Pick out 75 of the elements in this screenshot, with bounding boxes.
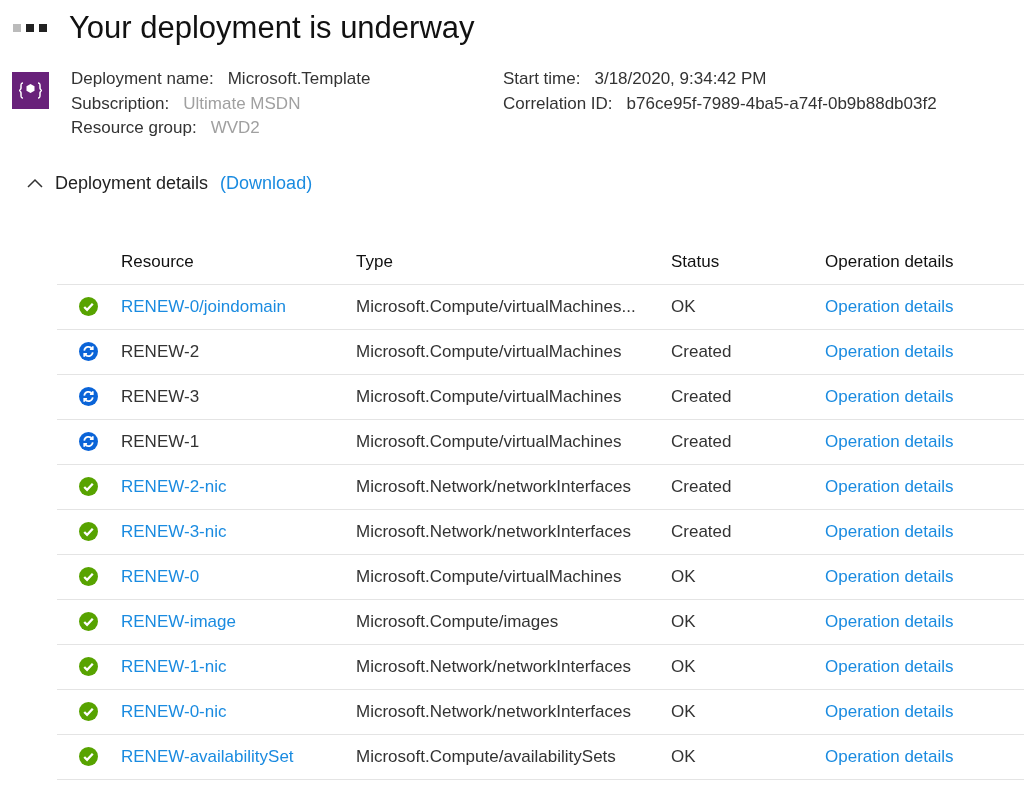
success-check-icon xyxy=(79,522,98,541)
column-header: Status xyxy=(671,251,721,272)
column-header: Type xyxy=(356,251,394,272)
column-header: Resource xyxy=(121,251,195,272)
loading-dots-icon xyxy=(13,24,47,32)
operation-details-link[interactable]: Operation details xyxy=(825,341,954,361)
status-cell-text: Created xyxy=(671,476,733,497)
resource-link[interactable]: RENEW-3-nic xyxy=(121,521,227,541)
type-cell-text: Microsoft.Network/networkInterfaces xyxy=(356,656,632,677)
resource-name: RENEW-2 xyxy=(121,341,201,362)
type-cell-text: Microsoft.Compute/virtualMachines... xyxy=(356,296,637,317)
success-check-icon xyxy=(79,702,98,721)
resource-link[interactable]: RENEW-0 xyxy=(121,566,200,586)
type-cell-text: Microsoft.Network/networkInterfaces xyxy=(356,521,632,542)
operation-details-link[interactable]: Operation details xyxy=(825,386,954,406)
chevron-icon[interactable] xyxy=(27,178,43,188)
status-cell-text: Created xyxy=(671,341,733,362)
page-title: Your deployment is underway xyxy=(69,10,475,46)
download-link[interactable]: (Download) xyxy=(220,172,313,194)
in-progress-sync-icon xyxy=(79,342,98,361)
type-cell-text: Microsoft.Compute/images xyxy=(356,611,560,632)
success-check-icon xyxy=(79,567,98,586)
type-cell-text: Microsoft.Compute/virtualMachines xyxy=(356,341,623,362)
info-value: b76ce95f-7989-4ba5-a74f-0b9b88db03f2 xyxy=(626,92,937,114)
resource-name: RENEW-3 xyxy=(121,386,201,407)
status-cell-text: Created xyxy=(671,431,733,452)
operation-details-link[interactable]: Operation details xyxy=(825,701,954,721)
success-check-icon xyxy=(79,747,98,766)
info-value: 3/18/2020, 9:34:42 PM xyxy=(594,68,767,90)
operation-details-link[interactable]: Operation details xyxy=(825,296,954,316)
info-label: Subscription: xyxy=(71,92,170,114)
success-check-icon xyxy=(79,297,98,316)
operation-details-link[interactable]: Operation details xyxy=(825,566,954,586)
type-cell-text: Microsoft.Compute/virtualMachines xyxy=(356,386,623,407)
status-cell-text: OK xyxy=(671,611,697,632)
status-cell-text: OK xyxy=(671,701,697,722)
info-value: Microsoft.Template xyxy=(227,68,371,90)
operation-details-link[interactable]: Operation details xyxy=(825,746,954,766)
status-cell-text: Created xyxy=(671,521,733,542)
info-label: Resource group: xyxy=(71,117,197,139)
operation-details-link[interactable]: Operation details xyxy=(825,476,954,496)
resource-link[interactable]: RENEW-0/joindomain xyxy=(121,296,287,316)
info-label: Start time: xyxy=(503,68,581,90)
operation-details-link[interactable]: Operation details xyxy=(825,656,954,676)
operation-details-link[interactable]: Operation details xyxy=(825,431,954,451)
type-cell-text: Microsoft.Compute/availabilitySets xyxy=(356,746,617,767)
operation-details-link[interactable]: Operation details xyxy=(825,521,954,541)
column-header: Operation details xyxy=(825,251,955,272)
info-label: Deployment name: xyxy=(71,68,214,90)
type-cell-text: Microsoft.Compute/virtualMachines xyxy=(356,431,623,452)
status-cell-text: OK xyxy=(671,296,697,317)
resource-link[interactable]: RENEW-1-nic xyxy=(121,656,227,676)
template-icon xyxy=(12,72,49,109)
info-value: Ultimate MSDN xyxy=(183,92,301,114)
success-check-icon xyxy=(79,612,98,631)
resource-name: RENEW-1 xyxy=(121,431,201,452)
status-cell-text: Created xyxy=(671,386,733,407)
type-cell-text: Microsoft.Network/networkInterfaces xyxy=(356,701,632,722)
resource-link[interactable]: RENEW-2-nic xyxy=(121,476,227,496)
section-title: Deployment details xyxy=(55,172,209,194)
in-progress-sync-icon xyxy=(79,387,98,406)
resource-link[interactable]: RENEW-image xyxy=(121,611,236,631)
success-check-icon xyxy=(79,477,98,496)
status-cell-text: OK xyxy=(671,656,697,677)
status-cell-text: OK xyxy=(671,746,697,767)
in-progress-sync-icon xyxy=(79,432,98,451)
info-label: Correlation ID: xyxy=(503,92,613,114)
status-cell-text: OK xyxy=(671,566,697,587)
success-check-icon xyxy=(79,657,98,676)
resource-link[interactable]: RENEW-0-nic xyxy=(121,701,227,721)
resource-link[interactable]: RENEW-availabilitySet xyxy=(121,746,294,766)
operation-details-link[interactable]: Operation details xyxy=(825,611,954,631)
type-cell-text: Microsoft.Compute/virtualMachines xyxy=(356,566,623,587)
type-cell-text: Microsoft.Network/networkInterfaces xyxy=(356,476,632,497)
info-value: WVD2 xyxy=(210,117,260,139)
